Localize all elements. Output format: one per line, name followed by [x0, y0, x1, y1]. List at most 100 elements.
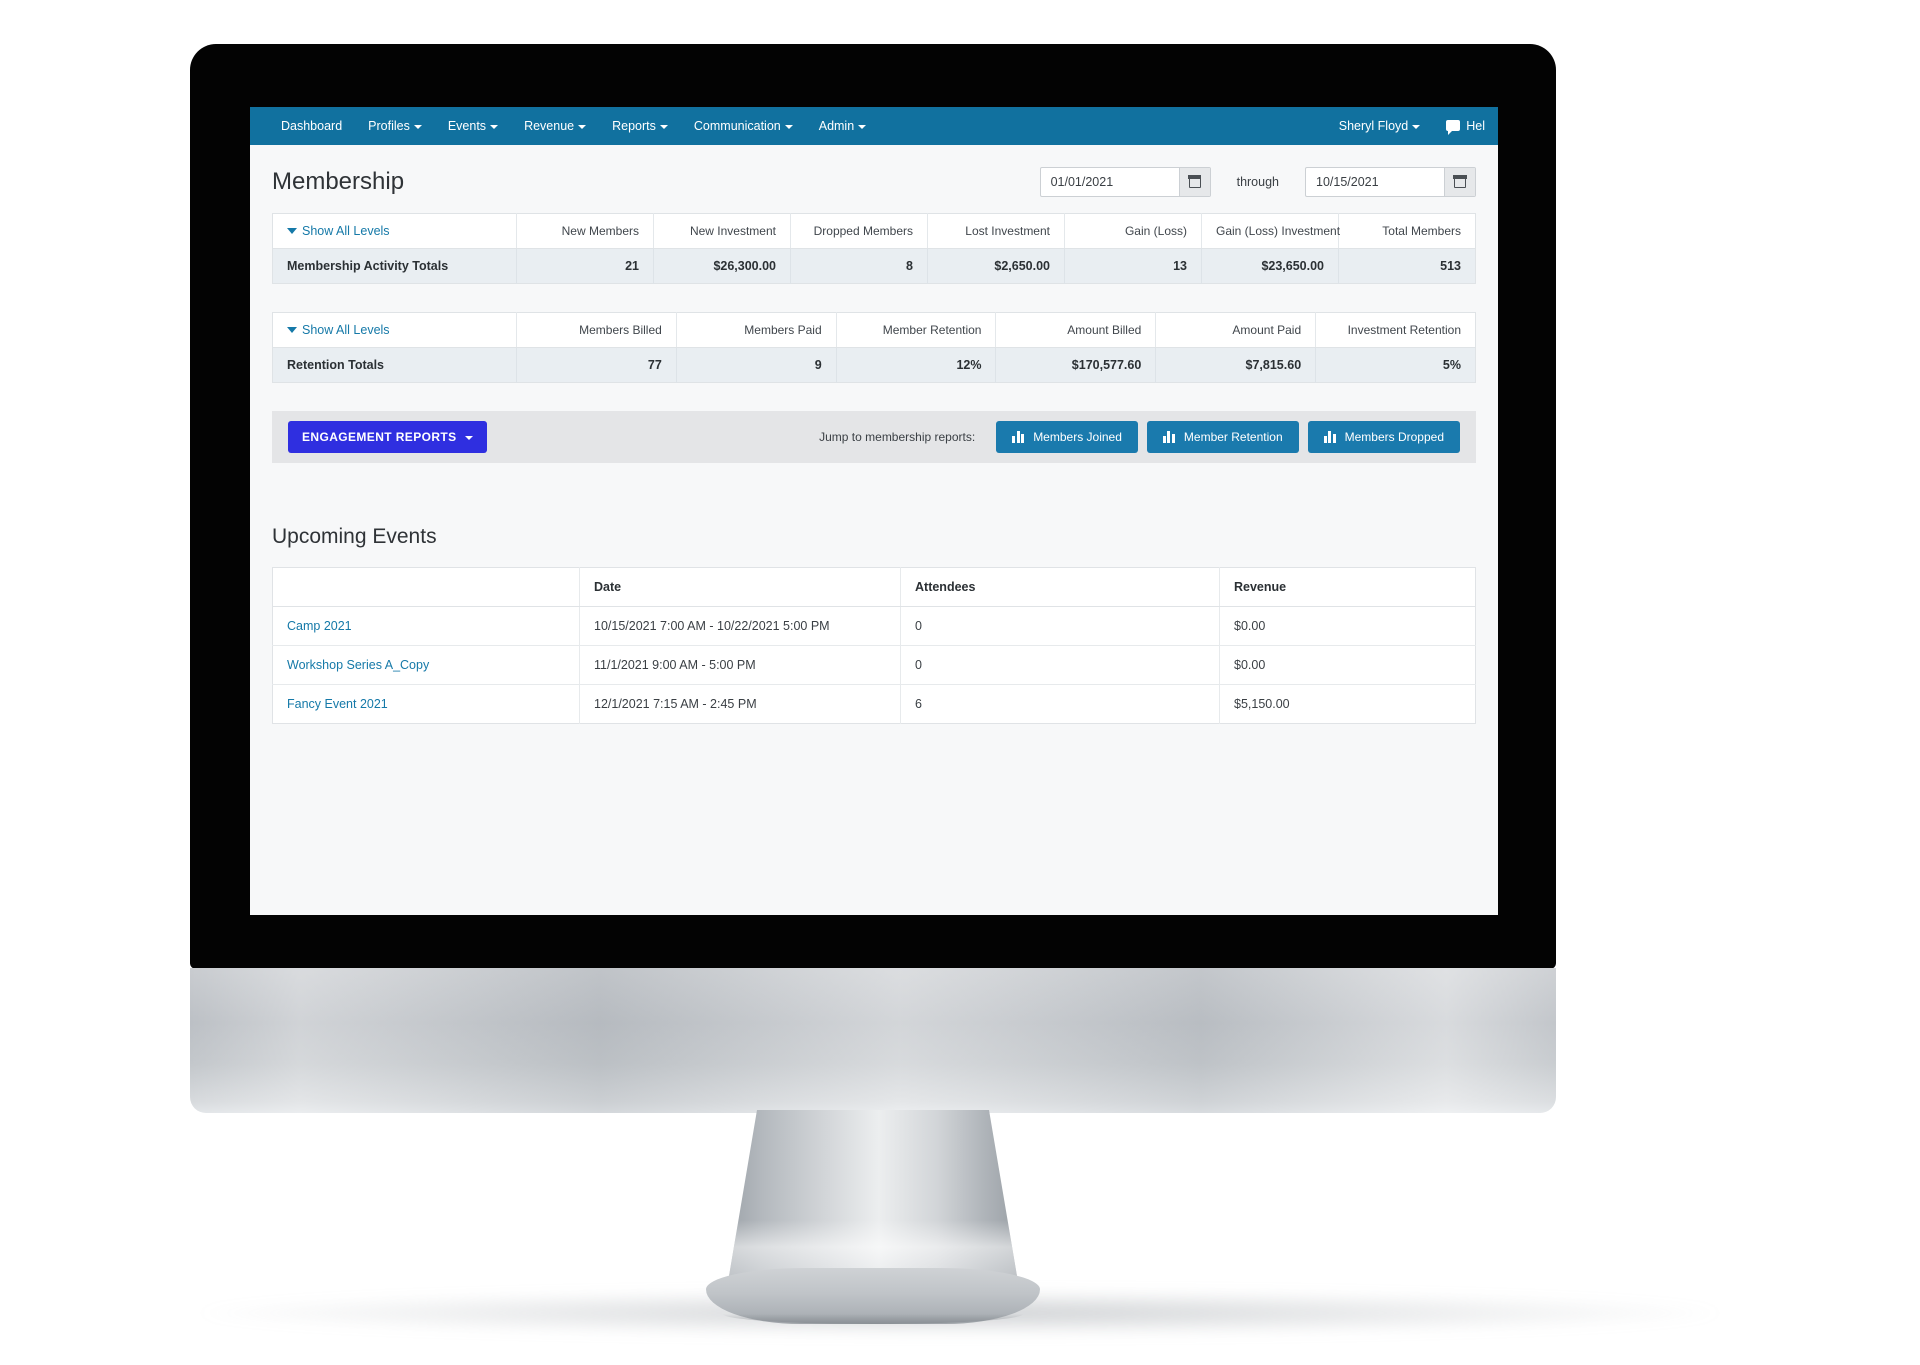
page-header: Membership through	[272, 145, 1476, 213]
nav-item-reports[interactable]: Reports	[599, 107, 681, 145]
chevron-down-icon	[413, 124, 422, 129]
calendar-icon	[1187, 175, 1202, 188]
upcoming-events-title: Upcoming Events	[272, 525, 437, 548]
date-range-filter: through	[1039, 167, 1476, 197]
chevron-down-icon	[659, 124, 668, 129]
nav-item-profiles[interactable]: Profiles	[355, 107, 435, 145]
nav-item-admin[interactable]: Admin	[806, 107, 879, 145]
value-gain-loss: 13	[1064, 248, 1202, 284]
date-from-input[interactable]	[1040, 168, 1179, 196]
column-amount-paid: Amount Paid	[1155, 312, 1316, 348]
retention-row-label: Retention Totals	[272, 347, 517, 383]
table-row: Camp 2021 10/15/2021 7:00 AM - 10/22/202…	[272, 606, 1476, 646]
column-event-name	[272, 567, 580, 607]
members-joined-button[interactable]: Members Joined	[996, 421, 1138, 453]
event-date-cell: 10/15/2021 7:00 AM - 10/22/2021 5:00 PM	[579, 606, 901, 646]
nav-label: Communication	[693, 119, 781, 133]
date-from-calendar-button[interactable]	[1178, 168, 1210, 196]
event-link[interactable]: Camp 2021	[287, 619, 352, 633]
members-dropped-label: Members Dropped	[1344, 430, 1444, 444]
help-menu[interactable]: Hel	[1433, 107, 1498, 145]
event-attendees-cell: 0	[900, 606, 1220, 646]
value-member-retention: 12%	[835, 347, 996, 383]
show-all-levels-cell: Show All Levels	[272, 213, 517, 249]
event-name-cell: Camp 2021	[272, 606, 580, 646]
chevron-down-icon	[1412, 124, 1421, 129]
show-all-levels-link[interactable]: Show All Levels	[287, 323, 390, 337]
show-all-levels-cell: Show All Levels	[272, 312, 517, 348]
event-attendees-cell: 0	[900, 645, 1220, 685]
event-revenue-cell: $0.00	[1219, 645, 1476, 685]
nav-label: Profiles	[368, 119, 410, 133]
chat-bubble-icon	[1446, 120, 1461, 135]
help-label: Hel	[1466, 119, 1485, 133]
nav-label: Dashboard	[281, 119, 343, 133]
bar-chart-icon	[1323, 431, 1336, 443]
chevron-down-icon	[578, 124, 587, 129]
members-dropped-button[interactable]: Members Dropped	[1307, 421, 1460, 453]
nav-label: Admin	[818, 119, 855, 133]
nav-item-events[interactable]: Events	[435, 107, 511, 145]
members-joined-label: Members Joined	[1033, 430, 1122, 444]
chevron-down-icon	[287, 228, 297, 234]
bar-chart-icon	[1012, 431, 1025, 443]
table-row: Fancy Event 2021 12/1/2021 7:15 AM - 2:4…	[273, 684, 1476, 724]
date-to-group	[1305, 167, 1476, 197]
column-gain-loss: Gain (Loss)	[1064, 213, 1202, 249]
main-navigation: Dashboard Profiles Events Revenue Report…	[250, 107, 1498, 145]
column-investment-retention: Investment Retention	[1315, 312, 1476, 348]
user-name: Sheryl Floyd	[1338, 119, 1409, 133]
jump-to-reports-label: Jump to membership reports:	[819, 430, 976, 444]
nav-label: Events	[447, 119, 487, 133]
value-gain-loss-investment: $23,650.00	[1201, 248, 1339, 284]
date-from-group	[1039, 167, 1211, 197]
chevron-down-icon	[784, 124, 793, 129]
member-retention-button[interactable]: Member Retention	[1146, 421, 1299, 453]
membership-activity-table: Show All Levels New Members New Investme…	[272, 213, 1476, 284]
column-member-retention: Member Retention	[835, 312, 996, 348]
value-investment-retention: 5%	[1315, 347, 1476, 383]
nav-item-dashboard[interactable]: Dashboard	[268, 107, 355, 145]
column-members-paid: Members Paid	[675, 312, 837, 348]
engagement-reports-button[interactable]: ENGAGEMENT REPORTS	[288, 421, 487, 453]
date-to-input[interactable]	[1306, 168, 1444, 196]
show-all-levels-link[interactable]: Show All Levels	[287, 224, 390, 238]
table-header-row: Show All Levels Members Billed Members P…	[272, 312, 1476, 348]
column-event-date: Date	[579, 567, 901, 607]
event-name-cell: Workshop Series A_Copy	[272, 645, 580, 685]
bar-chart-icon	[1162, 431, 1175, 443]
value-new-investment: $26,300.00	[653, 248, 791, 284]
event-attendees-cell: 6	[900, 684, 1220, 724]
show-all-levels-label: Show All Levels	[302, 224, 390, 238]
nav-item-revenue[interactable]: Revenue	[511, 107, 599, 145]
chevron-down-icon	[287, 327, 297, 333]
column-members-billed: Members Billed	[516, 312, 677, 348]
engagement-reports-label: ENGAGEMENT REPORTS	[302, 430, 457, 444]
column-new-members: New Members	[516, 213, 654, 249]
monitor-stand-base	[706, 1268, 1040, 1324]
table-header-row: Show All Levels New Members New Investme…	[272, 213, 1476, 249]
value-total-members: 513	[1338, 248, 1476, 284]
calendar-icon	[1453, 175, 1467, 188]
event-date-cell: 11/1/2021 9:00 AM - 5:00 PM	[579, 645, 901, 685]
page-content: Membership through	[250, 145, 1498, 915]
date-to-calendar-button[interactable]	[1444, 168, 1475, 196]
column-new-investment: New Investment	[653, 213, 791, 249]
value-amount-paid: $7,815.60	[1155, 347, 1316, 383]
event-link[interactable]: Fancy Event 2021	[287, 697, 388, 711]
column-total-members: Total Members	[1338, 213, 1476, 249]
chevron-down-icon	[858, 124, 867, 129]
value-lost-investment: $2,650.00	[927, 248, 1065, 284]
nav-item-communication[interactable]: Communication	[681, 107, 806, 145]
event-revenue-cell: $0.00	[1219, 606, 1476, 646]
retention-totals-table: Show All Levels Members Billed Members P…	[272, 312, 1476, 383]
upcoming-events-table: Date Attendees Revenue Camp 2021 10/15/2…	[272, 567, 1476, 724]
column-event-attendees: Attendees	[900, 567, 1220, 607]
chevron-down-icon	[464, 435, 473, 440]
column-gain-loss-investment: Gain (Loss) Investment	[1201, 213, 1340, 249]
user-menu[interactable]: Sheryl Floyd	[1326, 107, 1433, 145]
event-revenue-cell: $5,150.00	[1219, 684, 1476, 724]
column-event-revenue: Revenue	[1219, 567, 1476, 607]
event-link[interactable]: Workshop Series A_Copy	[287, 658, 429, 672]
page-title: Membership	[272, 168, 405, 195]
